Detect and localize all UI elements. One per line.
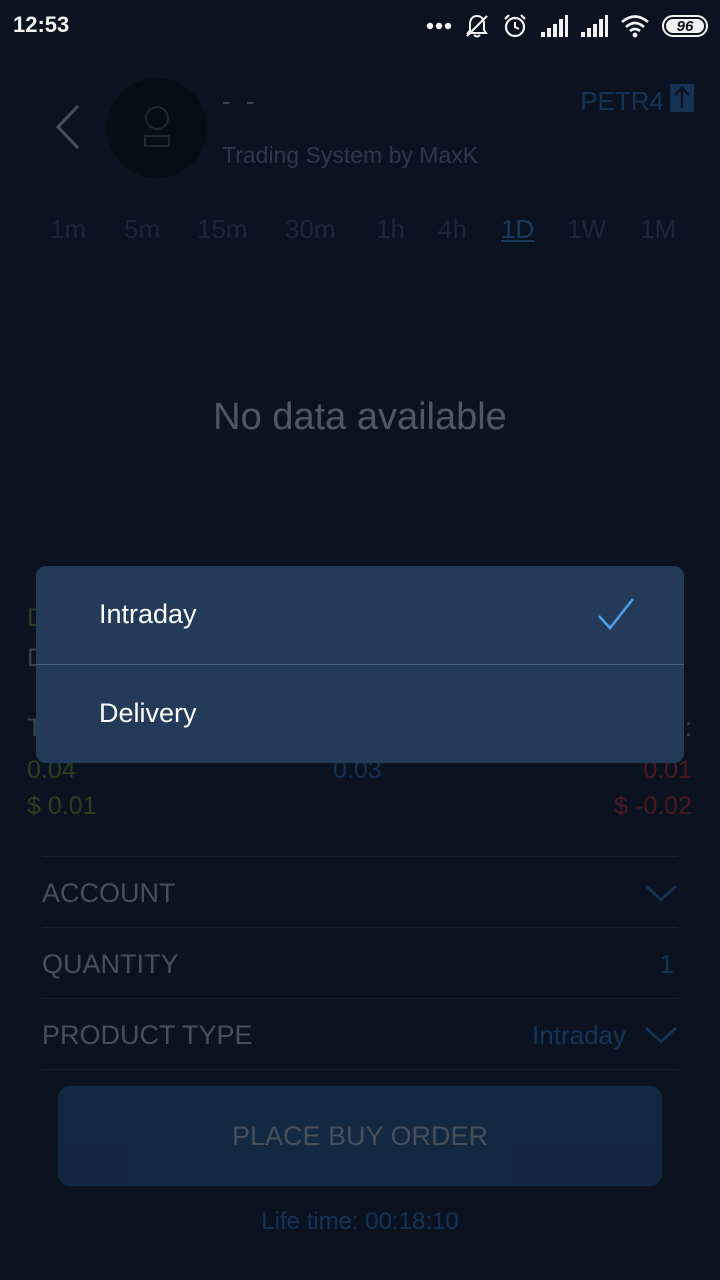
tab-1m[interactable]: 1m — [50, 214, 86, 245]
option-delivery[interactable]: Delivery — [36, 665, 684, 763]
timeframe-tabs: 1m 5m 15m 30m 1h 4h 1D 1W 1M — [50, 214, 690, 254]
mute-bell-icon — [464, 13, 490, 39]
ticker-symbol[interactable]: PETR4 — [580, 86, 664, 117]
signal-icon-2 — [580, 14, 608, 38]
back-arrow-icon[interactable] — [50, 102, 86, 152]
chevron-down-icon — [644, 883, 678, 903]
option-intraday-label: Intraday — [99, 599, 197, 630]
stat-left-money: $ 0.01 — [27, 792, 97, 821]
quantity-label: QUANTITY — [42, 949, 179, 980]
screen: 12:53 — [0, 0, 720, 1280]
tab-5m[interactable]: 5m — [124, 214, 160, 245]
more-dots-icon — [426, 21, 452, 31]
tab-1d[interactable]: 1D — [501, 214, 534, 245]
tab-1mo[interactable]: 1M — [640, 214, 676, 245]
tab-1w[interactable]: 1W — [567, 214, 606, 245]
checkmark-icon — [596, 596, 636, 632]
battery-level: 96 — [677, 18, 694, 35]
page-title: - - — [222, 86, 259, 117]
status-time: 12:53 — [13, 12, 69, 38]
lifetime-text: Life time: 00:18:10 — [0, 1208, 720, 1236]
tab-15m[interactable]: 15m — [197, 214, 248, 245]
divider — [42, 1069, 678, 1070]
tab-30m[interactable]: 30m — [285, 214, 336, 245]
no-data-message: No data available — [0, 396, 720, 439]
place-buy-order-button[interactable]: PLACE BUY ORDER — [58, 1086, 662, 1186]
product-type-popup: Intraday Delivery — [36, 566, 684, 763]
option-delivery-label: Delivery — [99, 698, 197, 729]
quantity-row[interactable]: QUANTITY 1 — [42, 927, 678, 998]
account-label: ACCOUNT — [42, 878, 176, 909]
page-subtitle: Trading System by MaxK — [222, 142, 478, 169]
status-icons: 96 — [426, 10, 708, 42]
stat-right-money: $ -0.02 — [614, 792, 692, 821]
quantity-value[interactable]: 1 — [660, 949, 674, 980]
avatar — [107, 78, 207, 178]
product-type-row[interactable]: PRODUCT TYPE Intraday — [42, 998, 678, 1069]
avatar-logo-icon — [107, 78, 207, 178]
product-type-label: PRODUCT TYPE — [42, 1020, 253, 1051]
tab-1h[interactable]: 1h — [376, 214, 405, 245]
battery-icon: 96 — [662, 15, 708, 37]
option-intraday[interactable]: Intraday — [36, 566, 684, 664]
status-bar: 12:53 — [0, 0, 720, 52]
wifi-icon — [620, 14, 650, 38]
chevron-down-icon — [644, 1025, 678, 1045]
product-type-value[interactable]: Intraday — [532, 1020, 626, 1051]
account-row[interactable]: ACCOUNT — [42, 856, 678, 927]
alarm-icon — [502, 13, 528, 39]
signal-icon-1 — [540, 14, 568, 38]
arrow-up-icon — [670, 84, 694, 112]
tab-4h[interactable]: 4h — [438, 214, 467, 245]
